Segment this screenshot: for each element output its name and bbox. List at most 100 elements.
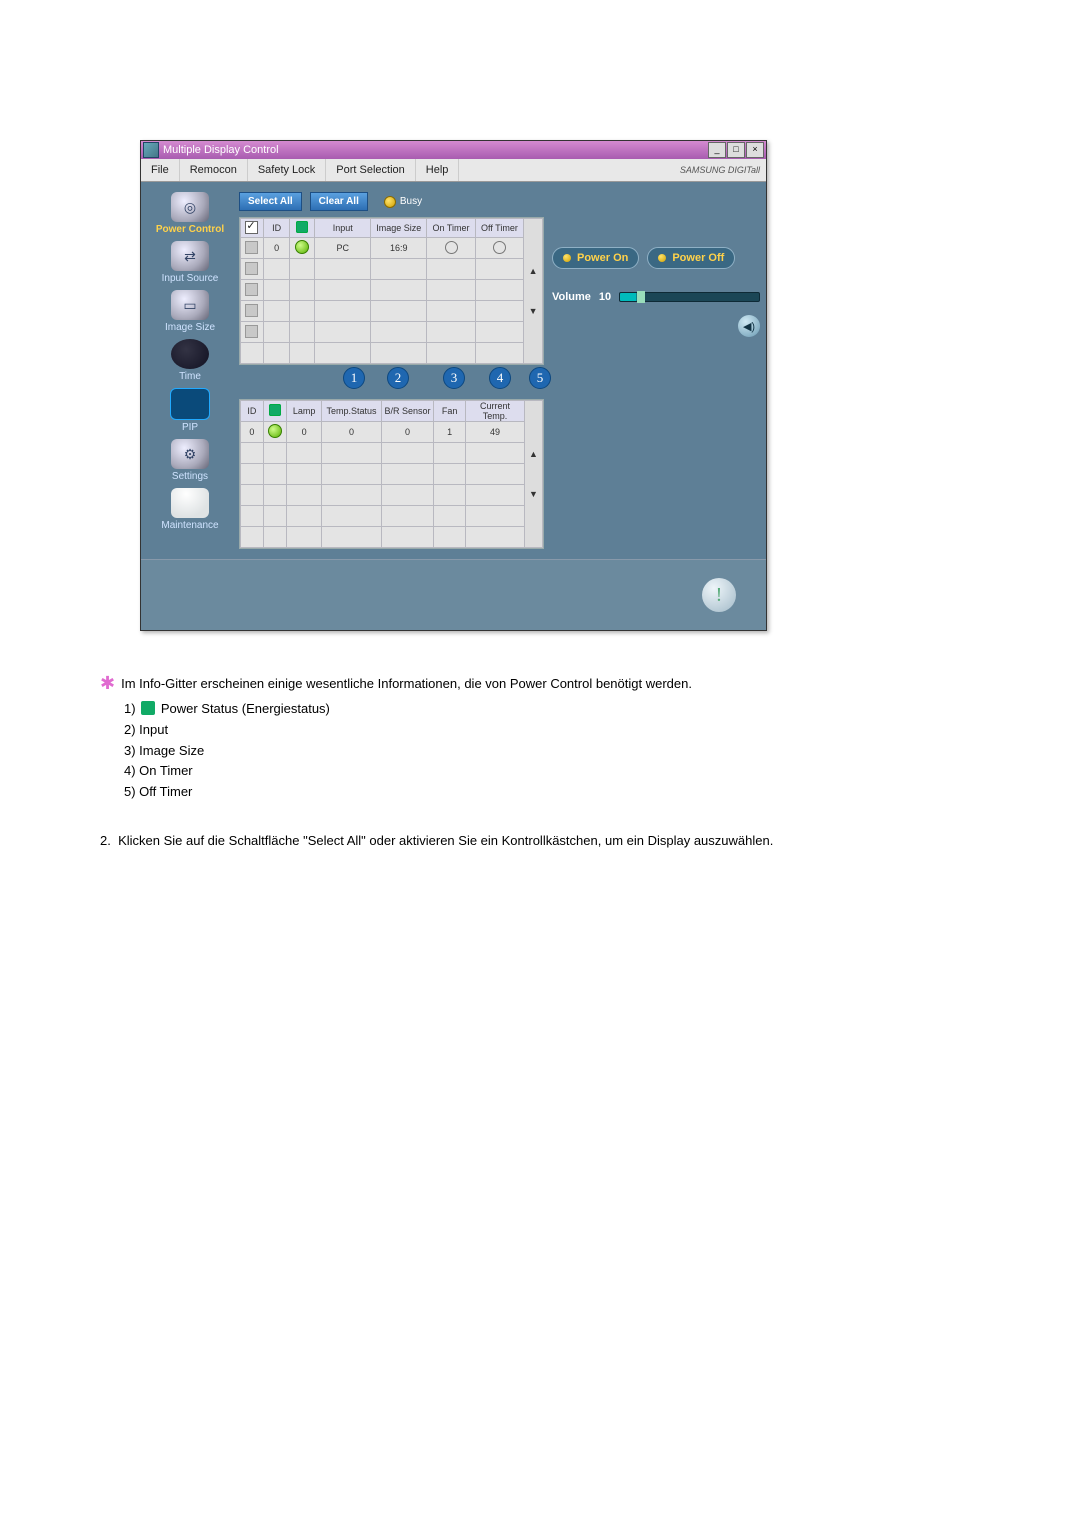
speaker-icon[interactable]: ◀) [738, 315, 760, 337]
power-dot-icon [563, 254, 571, 262]
select-all-button[interactable]: Select All [239, 192, 302, 211]
power-dot-icon [658, 254, 666, 262]
cell-id: 0 [241, 422, 264, 443]
cell-input: PC [315, 238, 371, 259]
row-checkbox[interactable] [245, 241, 258, 254]
menu-remocon[interactable]: Remocon [180, 159, 248, 181]
row-checkbox[interactable] [245, 283, 258, 296]
time-icon [171, 339, 209, 369]
callout-5: 5 [529, 367, 551, 389]
callout-1: 1 [343, 367, 365, 389]
sidebar-item-settings[interactable]: ⚙ Settings [147, 439, 233, 482]
sidebar-item-input-source[interactable]: ⇄ Input Source [147, 241, 233, 284]
table-row[interactable] [241, 485, 543, 506]
document-text: ✱ Im Info-Gitter erscheinen einige wesen… [100, 675, 970, 851]
menu-help[interactable]: Help [416, 159, 460, 181]
table-row[interactable] [241, 259, 543, 280]
col-power-icon [269, 404, 281, 416]
input-source-icon: ⇄ [171, 241, 209, 271]
sidebar-label: PIP [147, 422, 233, 433]
callouts: 1 2 3 4 5 [239, 367, 544, 395]
col-fan: Fan [434, 401, 466, 422]
star-icon: ✱ [100, 675, 115, 691]
sidebar-item-image-size[interactable]: ▭ Image Size [147, 290, 233, 333]
power-off-button[interactable]: Power Off [647, 247, 735, 269]
cell-br-sensor: 0 [381, 422, 433, 443]
menu-safety-lock[interactable]: Safety Lock [248, 159, 326, 181]
sidebar: ◎ Power Control ⇄ Input Source ▭ Image S… [147, 192, 233, 549]
cell-current-temp: 49 [466, 422, 525, 443]
list-item: 1) Power Status (Energiestatus) [124, 700, 970, 719]
callout-2: 2 [387, 367, 409, 389]
cell-temp-status: 0 [322, 422, 382, 443]
pip-icon [170, 388, 210, 420]
power-off-label: Power Off [672, 252, 724, 264]
close-button[interactable]: × [746, 142, 764, 158]
scrollbar[interactable]: ▲▼ [524, 219, 543, 364]
menu-port-selection[interactable]: Port Selection [326, 159, 415, 181]
table-row[interactable] [241, 506, 543, 527]
image-size-icon: ▭ [171, 290, 209, 320]
cell-image-size: 16:9 [371, 238, 427, 259]
clear-all-button[interactable]: Clear All [310, 192, 368, 211]
maximize-button[interactable]: □ [727, 142, 745, 158]
row-checkbox[interactable] [245, 325, 258, 338]
volume-slider[interactable] [619, 292, 760, 302]
col-on-timer: On Timer [427, 219, 475, 238]
sidebar-label: Image Size [147, 322, 233, 333]
settings-icon: ⚙ [171, 439, 209, 469]
row-checkbox[interactable] [245, 262, 258, 275]
brand-label: SAMSUNG DIGITall [680, 165, 766, 175]
col-id: ID [241, 401, 264, 422]
window-title: Multiple Display Control [163, 144, 707, 156]
app-screenshot: Multiple Display Control _ □ × File Remo… [140, 140, 1080, 631]
table-row[interactable] [241, 527, 543, 548]
power-status-inline-icon [141, 701, 155, 715]
volume-value: 10 [599, 291, 611, 303]
sidebar-item-maintenance[interactable]: Maintenance [147, 488, 233, 531]
maintenance-icon [171, 488, 209, 518]
col-power-icon [296, 221, 308, 233]
slider-thumb[interactable] [637, 291, 645, 303]
busy-dot-icon [384, 196, 396, 208]
table-row[interactable] [241, 280, 543, 301]
row-checkbox[interactable] [245, 304, 258, 317]
col-id: ID [263, 219, 290, 238]
on-timer-icon [445, 241, 458, 254]
scrollbar[interactable]: ▲▼ [524, 401, 542, 548]
volume-label: Volume [552, 291, 591, 303]
table-row[interactable] [241, 301, 543, 322]
menu-file[interactable]: File [141, 159, 180, 181]
busy-indicator: Busy [384, 196, 422, 208]
info-icon[interactable]: ! [702, 578, 736, 612]
cell-fan: 1 [434, 422, 466, 443]
power-status-icon [295, 240, 309, 254]
sidebar-item-power-control[interactable]: ◎ Power Control [147, 192, 233, 235]
info-grid-2[interactable]: ID Lamp Temp.Status B/R Sensor Fan Curre… [239, 399, 544, 549]
table-row[interactable] [241, 322, 543, 343]
volume-control: Volume 10 [552, 291, 760, 303]
sidebar-label: Time [147, 371, 233, 382]
sidebar-item-time[interactable]: Time [147, 339, 233, 382]
col-temp-status: Temp.Status [322, 401, 382, 422]
power-on-button[interactable]: Power On [552, 247, 639, 269]
app-window: Multiple Display Control _ □ × File Remo… [140, 140, 767, 631]
app-icon [143, 142, 159, 158]
table-row[interactable] [241, 464, 543, 485]
status-bar: ! [141, 559, 766, 630]
table-row[interactable]: 0 PC 16:9 [241, 238, 543, 259]
step-2: 2. Klicken Sie auf die Schaltfläche "Sel… [100, 832, 970, 851]
table-row[interactable] [241, 443, 543, 464]
table-row[interactable] [241, 343, 543, 364]
table-row[interactable]: 0 0 0 0 1 49 [241, 422, 543, 443]
col-current-temp: Current Temp. [466, 401, 525, 422]
power-on-label: Power On [577, 252, 628, 264]
sidebar-label: Power Control [147, 224, 233, 235]
minimize-button[interactable]: _ [708, 142, 726, 158]
info-grid-1[interactable]: ID Input Image Size On Timer Off Timer ▲… [239, 217, 544, 365]
header-checkbox-icon[interactable] [245, 221, 258, 234]
sidebar-item-pip[interactable]: PIP [147, 388, 233, 433]
sidebar-label: Input Source [147, 273, 233, 284]
col-image-size: Image Size [371, 219, 427, 238]
callout-3: 3 [443, 367, 465, 389]
